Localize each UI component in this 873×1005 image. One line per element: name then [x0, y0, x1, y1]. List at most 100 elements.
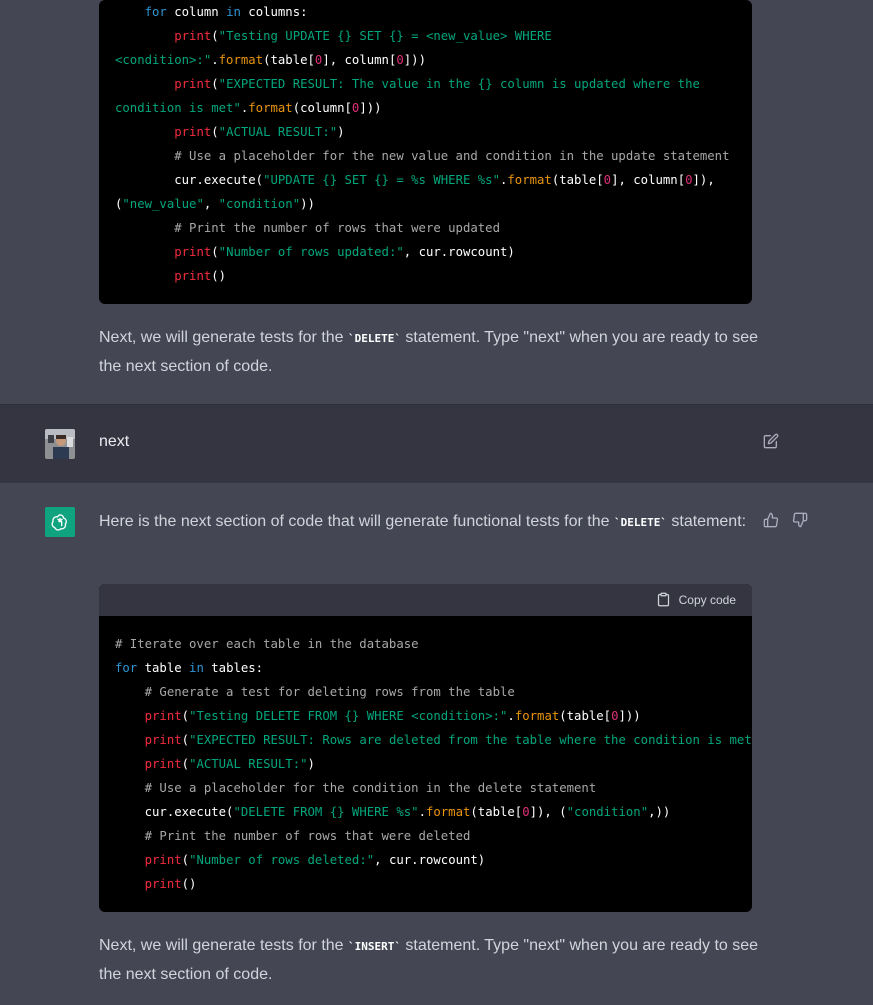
- code-content-update: for column in columns: print("Testing UP…: [99, 0, 752, 288]
- code-line: print("Testing DELETE FROM {} WHERE <con…: [115, 704, 736, 728]
- code-header: Copy code: [99, 584, 752, 616]
- thumbs-up-icon[interactable]: [763, 512, 779, 533]
- code-token: "Testing UPDATE {} SET {} = <new_value> …: [218, 29, 552, 43]
- code-line: for table in tables:: [115, 656, 736, 680]
- code-token: ,: [203, 197, 219, 211]
- code-token: 0: [603, 173, 612, 187]
- code-token: ,)): [648, 805, 671, 819]
- code-token: (: [211, 77, 219, 91]
- code-line: # Use a placeholder for the condition in…: [115, 776, 736, 800]
- code-token: "ACTUAL RESULT:": [218, 125, 338, 139]
- user-avatar: [45, 429, 75, 459]
- code-token: (: [181, 853, 190, 867]
- code-token: cur.execute(: [115, 173, 264, 187]
- edit-icon[interactable]: [763, 433, 779, 454]
- code-token: (: [181, 709, 190, 723]
- code-token: (): [181, 877, 197, 891]
- code-token: .: [418, 805, 426, 819]
- code-token: "EXPECTED RESULT: The value in the {} co…: [218, 77, 700, 91]
- code-token: "condition": [566, 805, 649, 819]
- code-token: print: [144, 709, 182, 723]
- code-token: (: [181, 757, 190, 771]
- code-token: for: [144, 5, 167, 19]
- code-token: (table[: [551, 173, 604, 187]
- code-token: ], column[: [611, 173, 686, 187]
- code-token: 0: [685, 173, 693, 187]
- code-token: "EXPECTED RESULT: Rows are deleted from …: [189, 733, 752, 747]
- code-token: (table[: [559, 709, 612, 723]
- code-token: print: [144, 757, 182, 771]
- code-token: , cur.rowcount): [374, 853, 486, 867]
- code-line: # Print the number of rows that were upd…: [115, 216, 736, 240]
- code-token: .: [211, 53, 219, 67]
- code-block-update: for column in columns: print("Testing UP…: [99, 0, 752, 304]
- code-line: print("ACTUAL RESULT:"): [115, 752, 736, 776]
- code-line: # Iterate over each table in the databas…: [115, 632, 736, 656]
- code-line: print("Number of rows deleted:", cur.row…: [115, 848, 736, 872]
- code-token: table: [137, 661, 190, 675]
- code-token: cur.execute(: [115, 805, 234, 819]
- code-token: )): [300, 197, 315, 211]
- code-line: print("EXPECTED RESULT: The value in the…: [115, 72, 736, 96]
- code-token: (table[: [470, 805, 523, 819]
- code-token: "condition": [218, 197, 301, 211]
- code-token: (: [211, 29, 219, 43]
- code-token: "ACTUAL RESULT:": [189, 757, 308, 771]
- code-token: in: [189, 661, 204, 675]
- code-token: format: [514, 709, 560, 723]
- copy-code-button[interactable]: Copy code: [656, 592, 736, 607]
- code-line: print("Number of rows updated:", cur.row…: [115, 240, 736, 264]
- code-token: # Print the number of rows that were upd…: [174, 221, 500, 235]
- code-token: (: [181, 733, 190, 747]
- reply-followup-text: Next, we will generate tests for the `IN…: [99, 932, 759, 989]
- code-token: in: [226, 5, 241, 19]
- reply-text-before: Here is the next section of code that wi…: [99, 513, 614, 530]
- code-token: (: [211, 125, 219, 139]
- code-token: column: [166, 5, 227, 19]
- code-line: print("ACTUAL RESULT:"): [115, 120, 736, 144]
- inline-code-delete: `DELETE`: [348, 332, 401, 345]
- code-line: cur.execute("DELETE FROM {} WHERE %s".fo…: [115, 800, 736, 824]
- code-line: condition is met".format(column[0])): [115, 96, 736, 120]
- code-token: "Number of rows updated:": [218, 245, 404, 259]
- code-token: 0: [396, 53, 404, 67]
- code-token: (: [211, 245, 219, 259]
- thumbs-down-icon[interactable]: [792, 512, 808, 533]
- code-token: print: [174, 77, 212, 91]
- code-token: (column[: [292, 101, 352, 115]
- code-token: ]), (: [529, 805, 567, 819]
- code-token: print: [174, 125, 212, 139]
- code-token: # Iterate over each table in the databas…: [115, 637, 419, 651]
- code-token: print: [174, 29, 212, 43]
- inline-code-insert: `INSERT`: [348, 940, 401, 953]
- code-line: ("new_value", "condition")): [115, 192, 736, 216]
- code-token: print: [174, 269, 212, 283]
- code-token: # Generate a test for deleting rows from…: [144, 685, 515, 699]
- code-line: # Use a placeholder for the new value an…: [115, 144, 736, 168]
- code-token: ], column[: [322, 53, 397, 67]
- code-token: "Number of rows deleted:": [189, 853, 375, 867]
- code-token: # Use a placeholder for the condition in…: [144, 781, 597, 795]
- code-token: print: [144, 853, 182, 867]
- user-message: next: [0, 404, 873, 484]
- code-line: print(): [115, 264, 736, 288]
- code-block-delete: Copy code # Iterate over each table in t…: [99, 584, 752, 912]
- code-token: , cur.rowcount): [403, 245, 515, 259]
- code-token: ): [337, 125, 345, 139]
- code-token: # Use a placeholder for the new value an…: [174, 149, 730, 163]
- code-token: print: [144, 877, 182, 891]
- user-message-text: next: [99, 433, 130, 450]
